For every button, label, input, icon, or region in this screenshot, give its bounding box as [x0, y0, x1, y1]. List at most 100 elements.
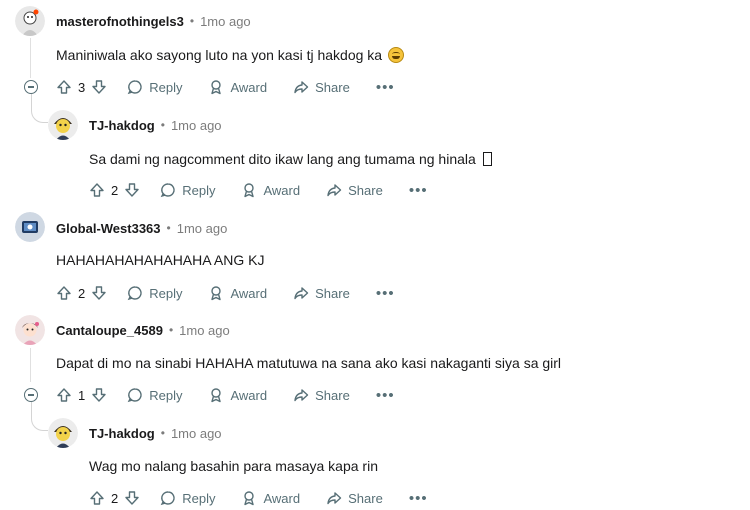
upvote-icon[interactable] [56, 79, 72, 95]
reply-button[interactable]: Reply [127, 79, 182, 95]
downvote-icon[interactable] [124, 182, 140, 198]
share-icon [294, 287, 309, 300]
comment-body: HAHAHAHAHAHAHAHA ANG KJ [56, 252, 265, 268]
share-button[interactable]: Share [293, 79, 350, 95]
award-button[interactable]: Award [208, 387, 267, 403]
author-name[interactable]: TJ-hakdog [89, 118, 155, 133]
grinning-face-emoji [387, 47, 404, 63]
share-label: Share [315, 387, 350, 403]
comment-actions: 2 Reply Award Share ••• [89, 488, 428, 508]
comment-actions: 2 Reply Award Share ••• [56, 283, 395, 303]
share-button[interactable]: Share [293, 285, 350, 301]
award-label: Award [263, 490, 301, 506]
comment-text: HAHAHAHAHAHAHAHA ANG KJ [56, 252, 265, 268]
comment-actions: 1 Reply Award Share ••• [56, 385, 395, 405]
comment-header: TJ-hakdog • 1mo ago [89, 115, 222, 135]
upvote-icon[interactable] [89, 490, 105, 506]
upvote-icon[interactable] [89, 182, 105, 198]
award-icon [244, 183, 255, 198]
reply-bubble-icon [160, 491, 175, 506]
share-icon [327, 492, 342, 505]
downvote-icon[interactable] [91, 387, 107, 403]
award-button[interactable]: Award [208, 79, 267, 95]
reply-button[interactable]: Reply [127, 387, 182, 403]
share-label: Share [348, 182, 383, 198]
reply-label: Reply [182, 182, 216, 198]
collapse-thread-button[interactable] [24, 388, 38, 402]
avatar[interactable] [15, 6, 45, 36]
avatar[interactable] [48, 418, 78, 448]
more-options-button[interactable]: ••• [376, 79, 395, 96]
award-button[interactable]: Award [241, 490, 300, 506]
reply-connector [31, 94, 48, 123]
timestamp[interactable]: 1mo ago [171, 426, 222, 441]
reply-label: Reply [149, 387, 183, 403]
more-options-button[interactable]: ••• [409, 490, 428, 507]
comment-body: Dapat di mo na sinabi HAHAHA matutuwa na… [56, 355, 561, 371]
timestamp[interactable]: 1mo ago [177, 221, 228, 236]
award-button[interactable]: Award [241, 182, 300, 198]
downvote-icon[interactable] [91, 285, 107, 301]
vote-count: 2 [78, 285, 86, 301]
award-label: Award [230, 387, 268, 403]
vote-controls: 2 [89, 182, 140, 198]
author-name[interactable]: masterofnothingels3 [56, 14, 184, 29]
vote-controls: 3 [56, 79, 107, 95]
vote-count: 3 [78, 79, 86, 95]
reply-bubble-icon [160, 183, 175, 198]
comment-header: TJ-hakdog • 1mo ago [89, 423, 222, 443]
award-label: Award [263, 182, 301, 198]
thread-line [30, 38, 31, 78]
separator: • [160, 118, 165, 132]
upvote-icon[interactable] [56, 387, 72, 403]
author-name[interactable]: Global-West3363 [56, 221, 161, 236]
avatar[interactable] [15, 212, 45, 242]
share-button[interactable]: Share [326, 182, 383, 198]
avatar[interactable] [48, 110, 78, 140]
author-name[interactable]: Cantaloupe_4589 [56, 323, 163, 338]
separator: • [166, 221, 171, 235]
comment-text: Dapat di mo na sinabi HAHAHA matutuwa na… [56, 355, 562, 371]
more-options-button[interactable]: ••• [376, 285, 395, 302]
vote-controls: 2 [56, 285, 107, 301]
comment-actions: 2 Reply Award Share ••• [89, 180, 428, 200]
reply-connector [31, 402, 48, 431]
reply-button[interactable]: Reply [160, 490, 215, 506]
share-icon [294, 81, 309, 94]
downvote-icon[interactable] [91, 79, 107, 95]
share-button[interactable]: Share [293, 387, 350, 403]
separator: • [160, 426, 165, 440]
reply-button[interactable]: Reply [160, 182, 215, 198]
share-label: Share [315, 79, 350, 95]
award-icon [211, 286, 222, 301]
reply-label: Reply [182, 490, 216, 506]
timestamp[interactable]: 1mo ago [171, 118, 222, 133]
comment-body: Wag mo nalang basahin para masaya kapa r… [89, 458, 378, 474]
more-options-button[interactable]: ••• [409, 182, 428, 199]
timestamp[interactable]: 1mo ago [179, 323, 230, 338]
author-name[interactable]: TJ-hakdog [89, 426, 155, 441]
vote-count: 2 [111, 490, 119, 506]
downvote-icon[interactable] [124, 490, 140, 506]
reply-bubble-icon [127, 286, 142, 301]
vote-controls: 2 [89, 490, 140, 506]
collapse-thread-button[interactable] [24, 80, 38, 94]
avatar[interactable] [15, 315, 45, 345]
missing-glyph-icon [482, 152, 492, 166]
more-options-button[interactable]: ••• [376, 387, 395, 404]
vote-count: 2 [111, 182, 119, 198]
thread-line [30, 348, 31, 382]
comment-text: Wag mo nalang basahin para masaya kapa r… [89, 458, 378, 474]
reply-button[interactable]: Reply [127, 285, 182, 301]
reply-label: Reply [149, 285, 183, 301]
share-button[interactable]: Share [326, 490, 383, 506]
comment-body: Sa dami ng nagcomment dito ikaw lang ang… [89, 151, 492, 167]
timestamp[interactable]: 1mo ago [200, 14, 251, 29]
share-icon [294, 389, 309, 402]
award-button[interactable]: Award [208, 285, 267, 301]
comment-actions: 3 Reply Award Share ••• [56, 77, 395, 97]
reply-bubble-icon [127, 80, 142, 95]
upvote-icon[interactable] [56, 285, 72, 301]
share-label: Share [315, 285, 350, 301]
reply-label: Reply [149, 79, 183, 95]
